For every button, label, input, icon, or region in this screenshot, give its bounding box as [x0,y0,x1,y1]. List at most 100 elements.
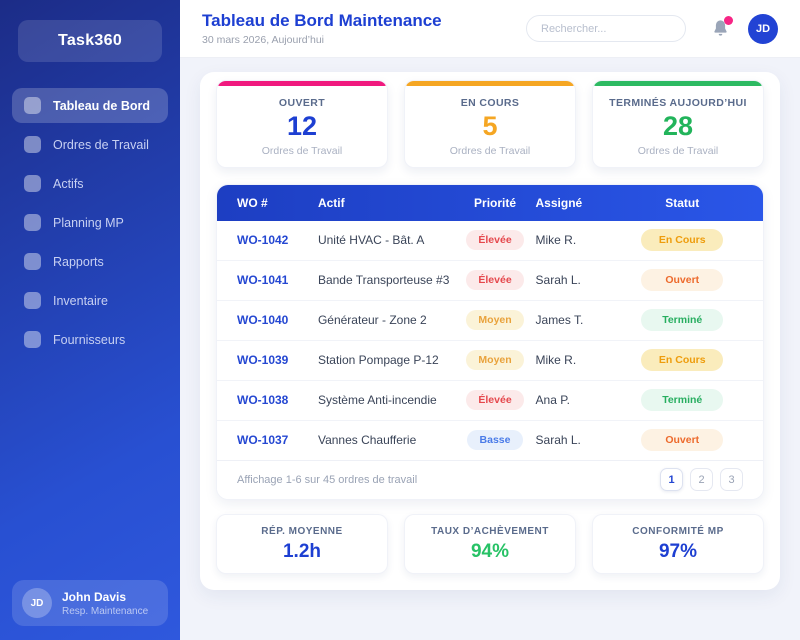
status-badge: Terminé [641,389,724,412]
sidebar-item-inventaire[interactable]: Inventaire [12,283,168,318]
header-avatar[interactable]: JD [748,13,778,44]
dashboard-panel: OUVERT 12 Ordres de Travail EN COURS 5 O… [200,72,780,590]
nav-item-label: Ordres de Travail [53,137,149,152]
sidebar-item-rapports[interactable]: Rapports [12,244,168,279]
nav-item-icon [24,253,41,270]
table-row[interactable]: WO-1040 Générateur - Zone 2 Moyen James … [217,300,763,341]
table-header-row: WO # Actif Priorité Assigné Statut [217,184,763,221]
kpi-label: CONFORMITÉ MP [632,525,724,537]
stat-label: TERMINÉS AUJOURD’HUI [609,97,747,109]
assignee-cell: Mike R. [535,233,577,248]
stat-value: 12 [286,111,318,141]
column-header-status: Statut [665,195,700,210]
priority-badge: Élevée [466,270,524,291]
kpi-value: 94% [470,540,510,562]
priority-badge: Élevée [466,390,524,411]
table-footer: Affichage 1-6 sur 45 ordres de travail 1… [217,460,763,499]
user-name: John Davis [62,589,127,604]
kpi-value: 97% [658,540,698,562]
nav-item-label: Tableau de Bord [53,98,151,113]
assignee-cell: Sarah L. [535,273,581,288]
nav-item-icon [24,292,41,309]
sidebar-item-ordres-de-travail[interactable]: Ordres de Travail [12,127,168,162]
sidebar-item-tableau-de-bord[interactable]: Tableau de Bord [12,88,168,123]
table-body: WO-1042 Unité HVAC - Bât. A Élevée Mike … [217,220,763,461]
stat-card: EN COURS 5 Ordres de Travail [404,80,576,168]
app-logo-text: Task360 [57,32,123,49]
sidebar-nav: Tableau de Bord Ordres de Travail Actifs… [12,88,168,357]
work-order-id-link[interactable]: WO-1037 [237,433,288,447]
nav-item-label: Actifs [53,176,84,191]
table-row[interactable]: WO-1039 Station Pompage P-12 Moyen Mike … [217,340,763,381]
work-order-id-link[interactable]: WO-1041 [237,273,288,287]
work-order-id-link[interactable]: WO-1042 [237,233,288,247]
notification-dot [724,15,733,25]
nav-item-label: Inventaire [53,293,108,308]
work-order-id-link[interactable]: WO-1038 [237,393,288,407]
top-bar: Tableau de Bord Maintenance 30 mars 2026… [180,0,800,58]
kpi-label: RÉP. MOYENNE [261,525,343,537]
stat-sublabel: Ordres de Travail [637,144,719,157]
notifications-button[interactable] [712,15,733,39]
page-button-1[interactable]: 1 [660,468,683,492]
status-badge: Ouvert [641,269,724,292]
kpi-card: RÉP. MOYENNE 1.2h [216,513,388,574]
page-date: 30 mars 2026, Aujourd’hui [202,34,324,46]
page-title: Tableau de Bord Maintenance [202,11,442,30]
user-profile-card[interactable]: JD John Davis Resp. Maintenance [12,580,168,626]
stat-accent-bar [405,81,575,86]
main-area: Tableau de Bord Maintenance 30 mars 2026… [180,0,800,640]
stat-sublabel: Ordres de Travail [261,144,343,157]
sidebar: Task360 Tableau de Bord Ordres de Travai… [0,0,180,640]
user-avatar: JD [22,588,52,618]
assignee-cell: James T. [535,313,584,328]
assignee-cell: Ana P. [535,393,570,408]
nav-item-icon [24,97,41,114]
nav-item-icon [24,331,41,348]
sidebar-item-fournisseurs[interactable]: Fournisseurs [12,322,168,357]
work-order-id-link[interactable]: WO-1040 [237,313,288,327]
priority-badge: Élevée [466,230,524,251]
pagination-summary: Affichage 1-6 sur 45 ordres de travail [237,473,418,486]
column-header-priority: Priorité [474,195,517,210]
app-logo: Task360 [18,20,162,62]
table-row[interactable]: WO-1038 Système Anti-incendie Élevée Ana… [217,380,763,421]
work-order-id-link[interactable]: WO-1039 [237,353,288,367]
stat-label: OUVERT [278,97,326,109]
nav-item-label: Fournisseurs [53,332,126,347]
status-badge: En Cours [641,349,724,372]
table-row[interactable]: WO-1042 Unité HVAC - Bât. A Élevée Mike … [217,220,763,261]
nav-item-icon [24,136,41,153]
stat-accent-bar [593,81,763,86]
stat-value: 5 [482,111,498,141]
kpi-card: TAUX D’ACHÈVEMENT 94% [404,513,576,574]
assignee-cell: Mike R. [535,353,577,368]
asset-cell: Unité HVAC - Bât. A [317,233,425,248]
asset-cell: Vannes Chaufferie [317,433,417,448]
nav-item-icon [24,175,41,192]
table-row[interactable]: WO-1041 Bande Transporteuse #3 Élevée Sa… [217,260,763,301]
priority-badge: Moyen [466,310,524,331]
sidebar-item-planning-mp[interactable]: Planning MP [12,205,168,240]
user-role: Resp. Maintenance [62,605,149,617]
pagination: 1 2 3 [660,468,743,492]
kpi-label: TAUX D’ACHÈVEMENT [431,525,549,537]
sidebar-item-actifs[interactable]: Actifs [12,166,168,201]
stat-label: EN COURS [460,97,520,109]
status-badge: En Cours [641,229,724,252]
stat-value: 28 [662,111,694,141]
status-badge: Terminé [641,309,724,332]
priority-badge: Moyen [466,350,524,371]
page-button-3[interactable]: 3 [720,468,743,492]
asset-cell: Station Pompage P-12 [317,353,439,368]
table-row[interactable]: WO-1037 Vannes Chaufferie Basse Sarah L.… [217,420,763,461]
kpi-value: 1.2h [282,540,322,562]
page-button-2[interactable]: 2 [690,468,713,492]
asset-cell: Système Anti-incendie [317,393,437,408]
stat-sublabel: Ordres de Travail [449,144,531,157]
nav-item-label: Rapports [53,254,104,269]
kpi-row: RÉP. MOYENNE 1.2h TAUX D’ACHÈVEMENT 94% … [216,513,764,574]
work-orders-table: WO # Actif Priorité Assigné Statut WO-10… [216,183,764,500]
column-header-wo: WO # [237,195,268,210]
search-input[interactable] [526,15,686,42]
